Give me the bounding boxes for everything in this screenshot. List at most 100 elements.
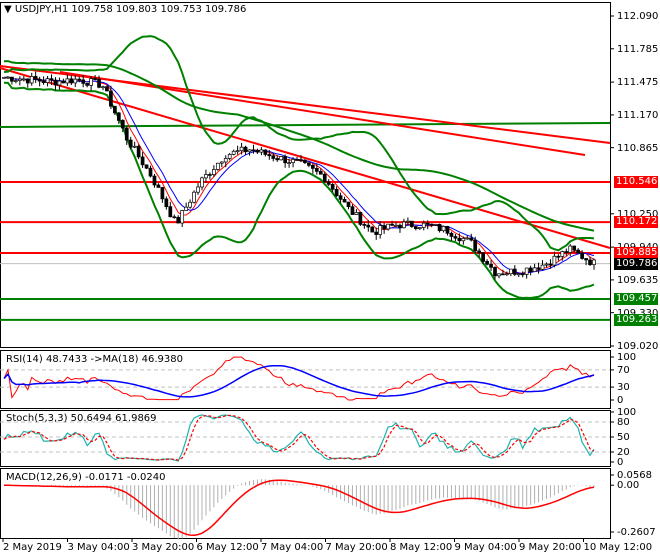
candle-body	[93, 78, 97, 80]
candle-body	[382, 225, 386, 230]
panel-frame-0	[0, 2, 611, 348]
candle-body	[168, 206, 173, 218]
candle-body	[358, 212, 363, 225]
candle-body	[136, 145, 141, 158]
macd-axis-label: -0.2607	[617, 527, 656, 538]
price-tag: 109.263	[614, 313, 658, 326]
candle-body	[97, 78, 101, 88]
candle-body	[410, 220, 414, 227]
candle-body	[227, 154, 232, 159]
candle-body	[473, 239, 478, 252]
time-axis-label: 7 May 04:00	[261, 542, 324, 553]
candle-body	[196, 186, 200, 193]
candle-body	[239, 146, 244, 152]
low-value: 109.753	[160, 4, 202, 15]
candle-body	[493, 267, 497, 277]
candle-body	[25, 78, 30, 84]
bollinger-lower	[3, 81, 595, 300]
candle-body	[330, 184, 335, 190]
candle-body	[69, 78, 74, 84]
candle-body	[81, 79, 86, 84]
candle-body	[65, 78, 70, 84]
candle-body	[429, 223, 434, 226]
candle-body	[267, 154, 272, 157]
price-axis-label: 111.785	[617, 43, 659, 55]
high-value: 109.803	[115, 4, 158, 15]
rsi-axis-label: 100	[617, 352, 637, 363]
candle-body	[156, 184, 161, 188]
candle-body	[204, 174, 208, 179]
candle-body	[188, 201, 192, 208]
candle-body	[544, 263, 549, 266]
candle-body	[326, 181, 331, 185]
candle-body	[212, 169, 216, 175]
price-tag: 109.457	[614, 293, 658, 306]
candle-body	[17, 78, 22, 81]
candle-body	[516, 273, 521, 276]
candle-body	[433, 223, 438, 226]
candle-body	[235, 150, 240, 153]
candle-body	[283, 156, 287, 164]
price-axis-label: 110.865	[617, 142, 659, 154]
candle-body	[251, 149, 256, 152]
macd-signal-line	[4, 479, 595, 536]
candle-body	[200, 177, 204, 188]
candle-body	[37, 78, 42, 82]
candle-body	[508, 268, 513, 275]
candle-body	[457, 237, 462, 242]
candle-body	[402, 221, 406, 229]
dropdown-triangle-icon[interactable]: ▼	[4, 4, 12, 15]
candle-body	[53, 79, 58, 86]
candle-body	[406, 220, 410, 223]
candle-body	[29, 76, 34, 84]
candle-body	[109, 90, 113, 107]
candle-body	[421, 222, 426, 228]
candle-body	[231, 150, 236, 155]
macd-label: MACD(12,26,9) -0.0171 -0.0240	[6, 472, 166, 483]
candle-body	[334, 188, 339, 197]
time-axis-label: 3 May 04:00	[67, 542, 130, 553]
candle-body	[322, 173, 327, 183]
time-axis-label: 6 May 12:00	[196, 542, 259, 553]
candle-body	[184, 206, 188, 211]
candle-body	[61, 80, 66, 84]
candle-body	[287, 162, 291, 164]
candle-body	[73, 78, 78, 84]
price-tag: 110.172	[614, 216, 658, 229]
trading-chart[interactable]: ▼ USDJPY,H1 109.758 109.803 109.753 109.…	[0, 0, 660, 560]
candle-body	[41, 80, 46, 83]
candle-body	[485, 261, 489, 265]
stoch-axis-label: 50	[617, 432, 630, 443]
candle-body	[318, 171, 323, 175]
stoch-axis-label: 80	[617, 417, 630, 428]
candle-body	[425, 222, 430, 225]
candle-body	[57, 80, 62, 86]
candle-body	[386, 223, 390, 230]
rsi-axis-label: 70	[617, 364, 630, 376]
candle-body	[148, 167, 153, 177]
horizontal-support-line	[0, 122, 611, 128]
candle-body	[89, 78, 93, 86]
price-axis-label: 109.635	[617, 274, 659, 286]
candle-body	[370, 226, 375, 233]
candle-body	[505, 273, 509, 276]
candle-body	[477, 250, 482, 254]
time-axis-label: 9 May 04:00	[454, 542, 517, 553]
candle-body	[85, 83, 90, 86]
candle-body	[255, 150, 260, 153]
time-axis-label: 3 May 20:00	[132, 542, 195, 553]
candle-body	[437, 223, 442, 232]
candle-body	[6, 76, 10, 79]
candle-body	[247, 149, 252, 153]
candle-body	[560, 251, 565, 257]
candle-body	[413, 226, 418, 229]
candle-body	[33, 76, 38, 80]
candle-body	[465, 237, 470, 240]
candle-body	[350, 206, 355, 215]
candle-body	[164, 198, 169, 208]
candle-body	[572, 245, 577, 251]
candle-body	[489, 263, 493, 268]
candle-body	[398, 224, 402, 229]
ma-fast-red	[3, 76, 595, 274]
candle-body	[481, 252, 485, 262]
